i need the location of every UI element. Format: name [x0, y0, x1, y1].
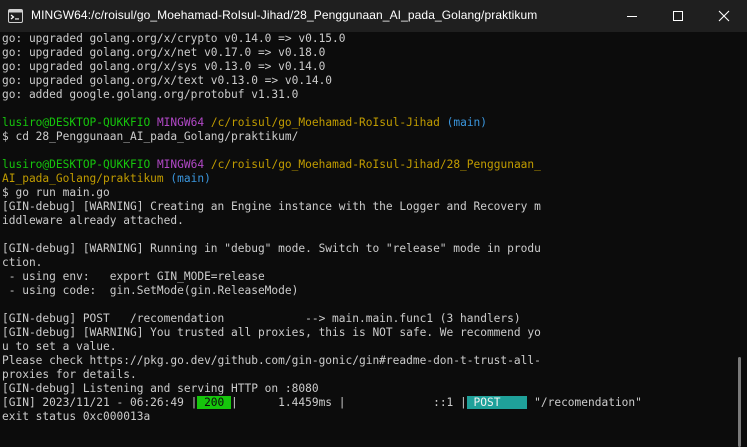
terminal-line: [GIN-debug] [WARNING] Running in "debug"…: [2, 242, 541, 255]
prompt-user-host: lusiro@DESKTOP-QUKKFIO: [2, 158, 151, 171]
gin-request-log: [GIN] 2023/11/21 - 06:26:49 | 200 | 1.44…: [2, 396, 642, 410]
window-title: MINGW64:/c/roisul/go_Moehamad-RoIsul-Jih…: [31, 8, 538, 22]
terminal-line: go: upgraded golang.org/x/net v0.17.0 =>…: [2, 46, 326, 59]
terminal-line: - using code: gin.SetMode(gin.ReleaseMod…: [2, 284, 299, 297]
scrollbar-thumb[interactable]: [738, 357, 741, 447]
terminal-line: go: upgraded golang.org/x/text v0.13.0 =…: [2, 74, 333, 87]
vertical-scrollbar[interactable]: [733, 32, 747, 447]
log-latency: | 1.4459ms | ::1 |: [231, 396, 467, 409]
prompt-path: AI_pada_Golang/praktikum: [2, 172, 164, 185]
terminal-line: go: upgraded golang.org/x/crypto v0.14.0…: [2, 32, 346, 45]
terminal-line: go: added google.golang.org/protobuf v1.…: [2, 88, 299, 101]
terminal-line: go: upgraded golang.org/x/sys v0.13.0 =>…: [2, 60, 326, 73]
terminal-line: [GIN-debug] Listening and serving HTTP o…: [2, 382, 319, 395]
maximize-button[interactable]: [655, 0, 701, 32]
terminal-line: iddleware already attached.: [2, 214, 184, 227]
shell-prompt-continued: AI_pada_Golang/praktikum (main): [2, 172, 211, 186]
terminal-line: exit status 0xc000013a: [2, 410, 151, 423]
terminal-line: [GIN-debug] POST /recomendation --> main…: [2, 312, 521, 325]
prompt-path: /c/roisul/go_Moehamad-RoIsul-Jihad: [210, 116, 440, 129]
maximize-icon: [673, 11, 683, 21]
prompt-branch: (main): [170, 172, 211, 185]
shell-prompt: lusiro@DESKTOP-QUKKFIO MINGW64 /c/roisul…: [2, 158, 541, 172]
terminal-line: ction.: [2, 256, 43, 269]
minimize-icon: [627, 16, 637, 17]
terminal-output[interactable]: go: upgraded golang.org/x/crypto v0.14.0…: [0, 32, 733, 447]
shell-command: $ go run main.go: [2, 186, 110, 199]
method-badge: POST: [466, 396, 528, 409]
prompt-branch: (main): [446, 116, 488, 129]
terminal-line: [GIN-debug] [WARNING] Creating an Engine…: [2, 200, 541, 213]
terminal-line: u to set a value.: [2, 340, 117, 353]
git-bash-terminal-icon[interactable]: [8, 9, 23, 23]
close-icon: [718, 10, 730, 22]
terminal-line: [GIN-debug] [WARNING] You trusted all pr…: [2, 326, 541, 339]
status-badge: 200: [197, 396, 232, 409]
shell-prompt: lusiro@DESKTOP-QUKKFIO MINGW64 /c/roisul…: [2, 116, 487, 130]
log-path: "/recomendation": [527, 396, 642, 409]
terminal-line: - using env: export GIN_MODE=release: [2, 270, 265, 283]
prompt-path: /c/roisul/go_Moehamad-RoIsul-Jihad/28_Pe…: [210, 158, 541, 171]
close-button[interactable]: [701, 0, 747, 32]
log-prefix: [GIN] 2023/11/21 - 06:26:49 |: [2, 396, 198, 409]
terminal-line: proxies for details.: [2, 368, 137, 381]
prompt-mingw: MINGW64: [156, 158, 205, 171]
shell-command: $ cd 28_Penggunaan_AI_pada_Golang/prakti…: [2, 130, 299, 143]
terminal-line: Please check https://pkg.go.dev/github.c…: [2, 354, 541, 367]
prompt-user-host: lusiro@DESKTOP-QUKKFIO: [2, 116, 151, 129]
minimize-button[interactable]: [609, 0, 655, 32]
prompt-mingw: MINGW64: [156, 116, 205, 129]
title-bar[interactable]: MINGW64:/c/roisul/go_Moehamad-RoIsul-Jih…: [0, 0, 747, 32]
